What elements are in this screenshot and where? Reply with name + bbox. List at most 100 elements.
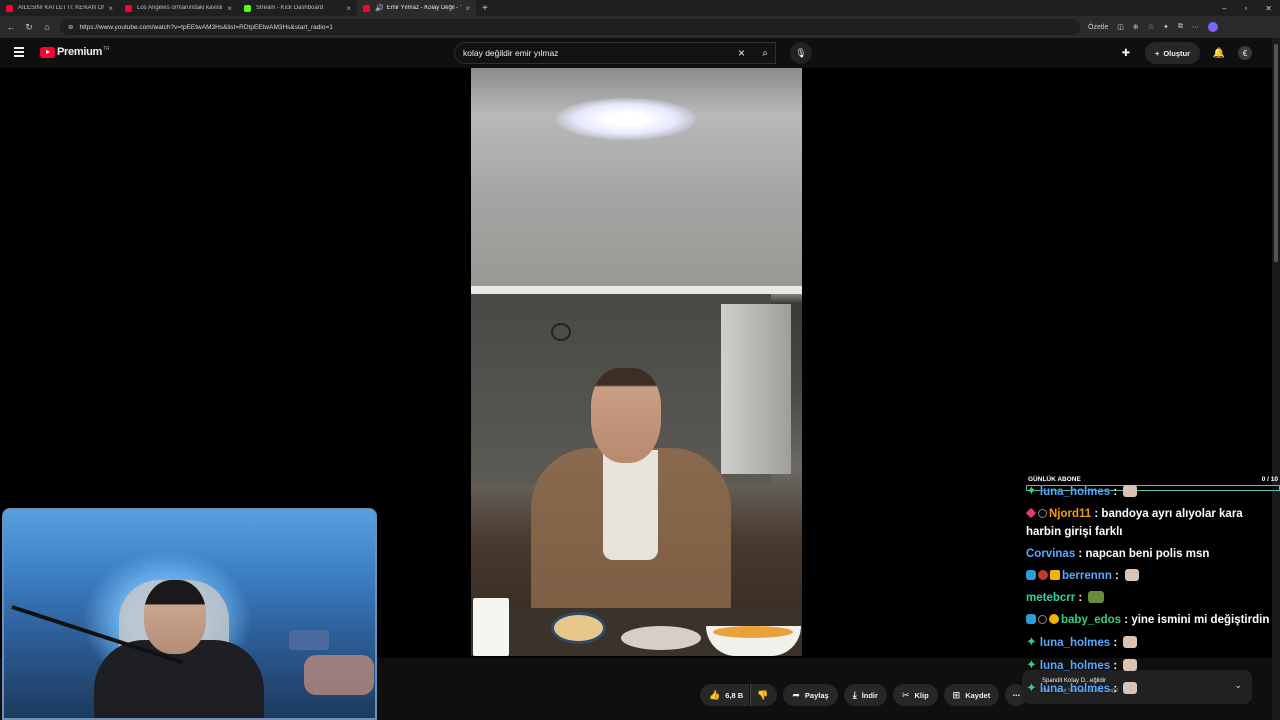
chat-separator: :: [1110, 637, 1121, 649]
bookmark-icon: ⊞: [952, 689, 961, 700]
new-tab-button[interactable]: +: [476, 3, 494, 14]
copilot-icon[interactable]: [1207, 22, 1218, 32]
chat-message: ✦ luna_holmes :: [1026, 482, 1274, 501]
browser-tab[interactable]: AİLESİNİ KATLETTİ: KENAN ÖNEM... ×: [0, 0, 119, 16]
maximize-button[interactable]: ▫: [1244, 4, 1247, 13]
chips: [713, 626, 793, 638]
download-button[interactable]: ⤓ İndir: [843, 684, 887, 706]
chat-emote-icon: [1123, 485, 1138, 497]
red-badge-icon: [1038, 570, 1048, 580]
chat-separator: :: [1075, 592, 1086, 604]
chat-emote-icon: [1123, 659, 1138, 671]
cast-icon[interactable]: ✚: [1119, 48, 1133, 59]
chat-text: yine ismini mi değiştirdin: [1131, 614, 1270, 626]
chat-emote-icon: [1123, 636, 1138, 648]
browser-tab[interactable]: Stream - Kick Dashboard ×: [238, 0, 357, 16]
minimize-button[interactable]: –: [1222, 4, 1226, 13]
chat-emote-icon: [1123, 682, 1138, 694]
create-button[interactable]: + Oluştur: [1144, 42, 1200, 64]
search-icon[interactable]: ⌕: [750, 42, 780, 64]
zoom-icon[interactable]: ⊕: [1133, 23, 1139, 31]
chat-username[interactable]: berrennn: [1062, 570, 1112, 582]
chat-username[interactable]: Njord11: [1049, 508, 1091, 520]
youtube-favicon-icon: [125, 4, 132, 12]
speaker-icon[interactable]: 🔊: [375, 4, 384, 12]
chat-text: napcan beni polis msn: [1085, 548, 1210, 560]
chat-username[interactable]: luna_holmes: [1040, 637, 1110, 649]
chat-separator: :: [1121, 614, 1132, 626]
chat-message: ✦ luna_holmes :: [1026, 679, 1274, 698]
clip-label: Klip: [914, 690, 929, 700]
chat-separator: :: [1091, 508, 1102, 520]
kitchen-cabinet: [721, 304, 791, 474]
white-shirt: [603, 450, 658, 560]
thumbs-down-icon: 👎: [757, 689, 769, 700]
download-label: İndir: [861, 690, 878, 700]
chat-username[interactable]: luna_holmes: [1040, 683, 1110, 695]
dislike-button[interactable]: 👎: [750, 684, 778, 706]
microphone-icon[interactable]: 🎙: [790, 42, 812, 64]
reload-icon[interactable]: ↻: [24, 22, 34, 33]
close-tab-icon[interactable]: ×: [227, 4, 232, 13]
clip-button[interactable]: ✂ Klip: [892, 684, 938, 706]
gem-badge-icon: [1026, 507, 1037, 519]
account-avatar[interactable]: €: [1238, 46, 1252, 60]
chat-separator: :: [1110, 660, 1121, 672]
action-buttons: 👍 6,8 B 👎 ➦ Paylaş ⤓ İndir ✂ Klip ⊞ Kayd…: [700, 684, 1028, 706]
menu-icon[interactable]: [14, 47, 24, 57]
header-actions: ✚ + Oluştur 🔔 €: [1119, 42, 1252, 64]
close-tab-icon[interactable]: ×: [108, 4, 113, 13]
close-tab-icon[interactable]: ×: [465, 4, 470, 13]
clear-search-icon[interactable]: ×: [738, 46, 745, 60]
streamer-head: [144, 580, 206, 654]
scrollbar-thumb[interactable]: [1274, 44, 1278, 262]
extensions-icon[interactable]: ✦: [1163, 23, 1169, 31]
back-icon[interactable]: ←: [6, 22, 16, 32]
video-frame[interactable]: [471, 68, 802, 656]
chat-message: ✦ luna_holmes :: [1026, 633, 1274, 652]
browser-tab[interactable]: Los Angeles ormanındaki kavisli... ×: [119, 0, 238, 16]
share-button[interactable]: ➦ Paylaş: [783, 684, 838, 706]
browser-tab[interactable]: 🔊Emir Yılmaz - Kolay Değil - Yo...×: [357, 0, 476, 16]
settings-menu-icon[interactable]: ⋯: [1192, 23, 1199, 31]
share-icon: ➦: [792, 689, 800, 700]
circle-badge-icon: [1038, 509, 1047, 518]
pendant-lamp: [551, 323, 571, 341]
webcam-overlay: [2, 508, 377, 720]
kick-favicon-icon: [244, 4, 251, 12]
favorite-star-icon[interactable]: ☆: [1148, 23, 1154, 31]
youtube-logo[interactable]: Premium TR: [40, 46, 110, 58]
bowl: [551, 612, 606, 644]
search-input[interactable]: kolay değildir emir yılmaz ×: [454, 42, 776, 64]
save-label: Kaydet: [965, 690, 991, 700]
like-button[interactable]: 👍 6,8 B: [700, 684, 750, 706]
chat-username[interactable]: baby_edos: [1061, 614, 1121, 626]
chat-username[interactable]: metebcrr: [1026, 592, 1075, 604]
home-icon[interactable]: ⌂: [42, 22, 52, 32]
tab-title: Los Angeles ormanındaki kavisli...: [137, 5, 224, 11]
close-tab-icon[interactable]: ×: [346, 4, 351, 13]
notifications-bell-icon[interactable]: 🔔: [1212, 48, 1226, 59]
chat-message: Njord11 : bandoya ayrı alıyolar kara har…: [1026, 505, 1274, 541]
save-button[interactable]: ⊞ Kaydet: [943, 684, 1000, 706]
circle-badge-icon: [1038, 615, 1047, 624]
chat-username[interactable]: luna_holmes: [1040, 660, 1110, 672]
chat-separator: :: [1111, 570, 1123, 582]
summarize-button[interactable]: Özetle: [1088, 24, 1108, 31]
blue-badge-icon: [1026, 614, 1036, 624]
chat-username[interactable]: luna_holmes: [1040, 486, 1110, 498]
create-label: Oluştur: [1163, 48, 1190, 58]
desk-lamp: [289, 630, 329, 650]
reader-icon[interactable]: ◫: [1117, 23, 1124, 31]
close-window-button[interactable]: ✕: [1265, 4, 1272, 13]
browser-tab-bar: AİLESİNİ KATLETTİ: KENAN ÖNEM...×Los Ang…: [0, 0, 1280, 16]
ceiling-light: [556, 98, 696, 140]
search-query-text: kolay değildir emir yılmaz: [463, 48, 559, 58]
green-badge-icon: ✦: [1026, 634, 1037, 649]
collections-icon[interactable]: ⧉: [1178, 23, 1183, 31]
url-text: https://www.youtube.com/watch?v=tpEEtwAM…: [79, 23, 333, 31]
scissors-icon: ✂: [901, 689, 910, 700]
chat-username[interactable]: Corvinas: [1026, 548, 1075, 560]
site-info-icon[interactable]: ⊜: [68, 23, 73, 31]
url-field[interactable]: ⊜ https://www.youtube.com/watch?v=tpEEtw…: [60, 19, 1080, 35]
